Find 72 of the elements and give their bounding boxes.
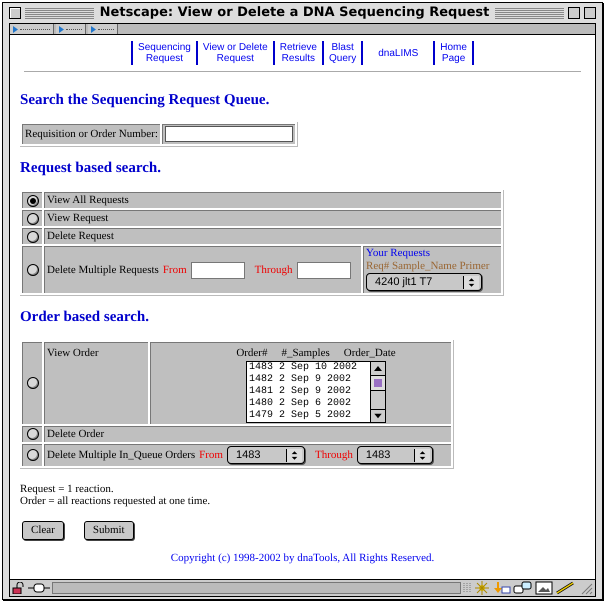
form-button[interactable]: Clear (22, 520, 64, 540)
column-header: Order# (236, 346, 268, 360)
scrollbar[interactable] (370, 362, 385, 422)
window-title: Netscape: View or Delete a DNA Sequencing Request (98, 4, 490, 22)
copyright-text: Copyright (c) 1998-2002 by dnaTools, All Rights Reserved. (170, 550, 436, 566)
list-item[interactable]: 1482 2 Sep 9 2002 (249, 374, 368, 386)
option-label: Delete Multiple In_Queue Orders (47, 448, 196, 463)
option-label: View Request (47, 211, 108, 226)
nav-link[interactable]: Sequencing Request (131, 41, 198, 65)
order-list[interactable]: 1483 2 Sep 10 2002 1482 2 Sep 9 2002 1481 2 Sep 9 2002 1480 2 Sep 6 2002 1479 2 Sep 5 2002 (246, 361, 386, 423)
up-down-arrows-icon (463, 276, 479, 288)
radio-button[interactable] (26, 264, 38, 276)
your-requests-title: Your Requests (366, 247, 431, 260)
scroll-thumb[interactable] (371, 375, 385, 391)
toolbar-tab[interactable] (56, 24, 86, 34)
grip-icon (463, 582, 471, 594)
radio-button[interactable] (26, 212, 38, 224)
input-field[interactable] (296, 262, 351, 278)
column-header: #_Samples (281, 346, 330, 360)
option-label: Delete Multiple Requests (47, 262, 159, 278)
zoom-box[interactable] (568, 7, 580, 19)
through-label: Through (315, 448, 353, 463)
dropdown[interactable]: 4240 jlt1 T7 (366, 273, 482, 291)
section-heading: Order based search. (20, 308, 150, 327)
title-bar-stripes (495, 8, 564, 18)
section-heading: Request based search. (20, 158, 162, 178)
triangle-icon (13, 26, 18, 32)
note-text: Request = 1 reaction. (20, 482, 115, 494)
collapse-box[interactable] (584, 7, 596, 19)
radio-button[interactable] (26, 377, 38, 389)
nav-link[interactable]: Blast Query (324, 41, 364, 65)
from-label: From (162, 262, 187, 278)
radio-button[interactable] (26, 230, 38, 242)
option-label: View Order (47, 346, 99, 358)
column-header: Order_Date (344, 346, 396, 360)
list-item[interactable]: 1483 2 Sep 10 2002 (249, 362, 368, 374)
triangle-icon (91, 26, 96, 32)
list-item[interactable]: 1479 2 Sep 5 2002 (249, 410, 368, 422)
resize-grip-icon[interactable] (579, 581, 593, 595)
section-heading: Search the Sequencing Request Queue. (20, 91, 270, 110)
close-box[interactable] (9, 7, 21, 19)
title-bar-stripes (25, 8, 94, 18)
nav-link[interactable]: Retrieve Results (274, 41, 324, 65)
toolbar-tab[interactable] (88, 24, 118, 34)
nav-link[interactable]: View or Delete Request (198, 41, 275, 65)
radio-button[interactable] (26, 428, 38, 440)
nav-link[interactable]: dnaLIMS (363, 41, 436, 65)
up-down-arrows-icon (414, 448, 430, 462)
toolbar-tab[interactable] (10, 24, 54, 34)
option-label: Delete Order (47, 426, 104, 442)
list-item[interactable]: 1480 2 Sep 6 2002 (249, 398, 368, 410)
grip-lines-icon (374, 379, 382, 387)
through-label: Through (254, 262, 293, 278)
column-header: Req# Sample_Name Primer (366, 260, 490, 273)
dropdown[interactable]: 1483 (227, 446, 305, 464)
starburst-icon (473, 581, 491, 595)
dropdown[interactable]: 1483 (356, 446, 433, 464)
option-label: View All Requests (47, 193, 129, 208)
download-icon (493, 581, 511, 595)
input-field[interactable] (164, 126, 293, 142)
from-label: From (199, 448, 223, 463)
triangle-icon (59, 26, 64, 32)
radio-button[interactable] (26, 449, 38, 461)
up-down-arrows-icon (286, 448, 302, 462)
radio-button[interactable] (26, 194, 38, 206)
option-label: Delete Request (47, 229, 114, 244)
input-field[interactable] (190, 262, 245, 278)
note-text: Order = all reactions requested at one time. (20, 494, 212, 506)
field-label: Requisition or Order Number: (25, 126, 158, 142)
form-button[interactable]: Submit (84, 520, 134, 540)
list-item[interactable]: 1481 2 Sep 9 2002 (249, 386, 368, 398)
nav-link[interactable]: Home Page (435, 41, 474, 65)
